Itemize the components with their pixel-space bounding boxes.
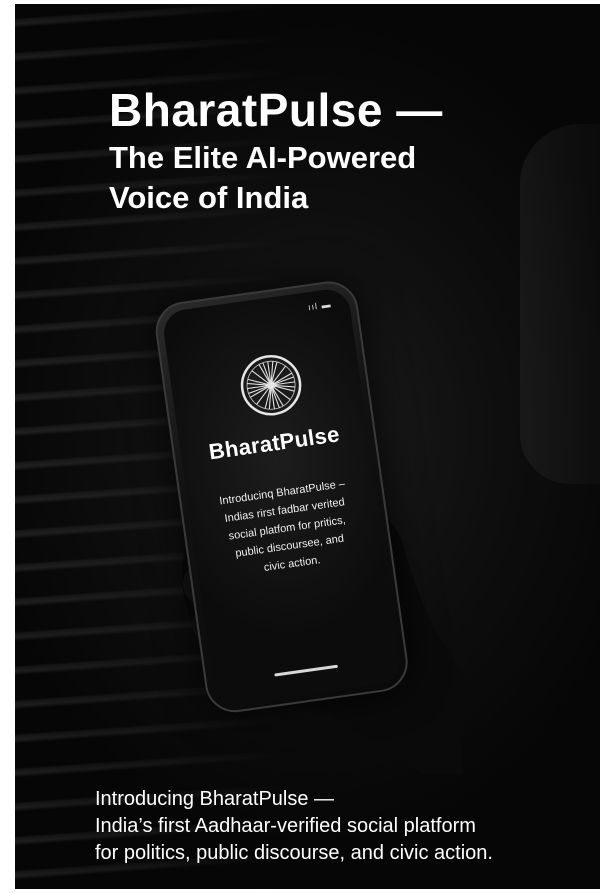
- app-name: BharatPulse: [207, 421, 342, 465]
- poster: BharatPulse — The Elite AI-Powered Voice…: [15, 4, 600, 889]
- headline-subline-2: Voice of India: [109, 180, 309, 215]
- footer-tagline: Introducing BharatPulse — India’s first …: [95, 786, 493, 867]
- status-bar-icons: ııl ▬: [307, 299, 333, 313]
- headline-subline-1: The Elite AI-Powered: [109, 140, 417, 175]
- footer-line-1: Introducing BharatPulse —: [95, 788, 335, 810]
- ashoka-chakra-icon: [240, 354, 302, 416]
- home-indicator: [274, 664, 339, 677]
- headline-brand: BharatPulse —: [109, 84, 443, 136]
- footer-line-2: India’s first Aadhaar-verified social pl…: [95, 815, 476, 837]
- footer-line-3: for politics, public discourse, and civi…: [95, 842, 493, 864]
- headline: BharatPulse — The Elite AI-Powered Voice…: [109, 82, 443, 218]
- app-intro-text: Introducinq BharatPulse – Indias rirst f…: [218, 477, 347, 574]
- person-silhouette: [520, 124, 600, 484]
